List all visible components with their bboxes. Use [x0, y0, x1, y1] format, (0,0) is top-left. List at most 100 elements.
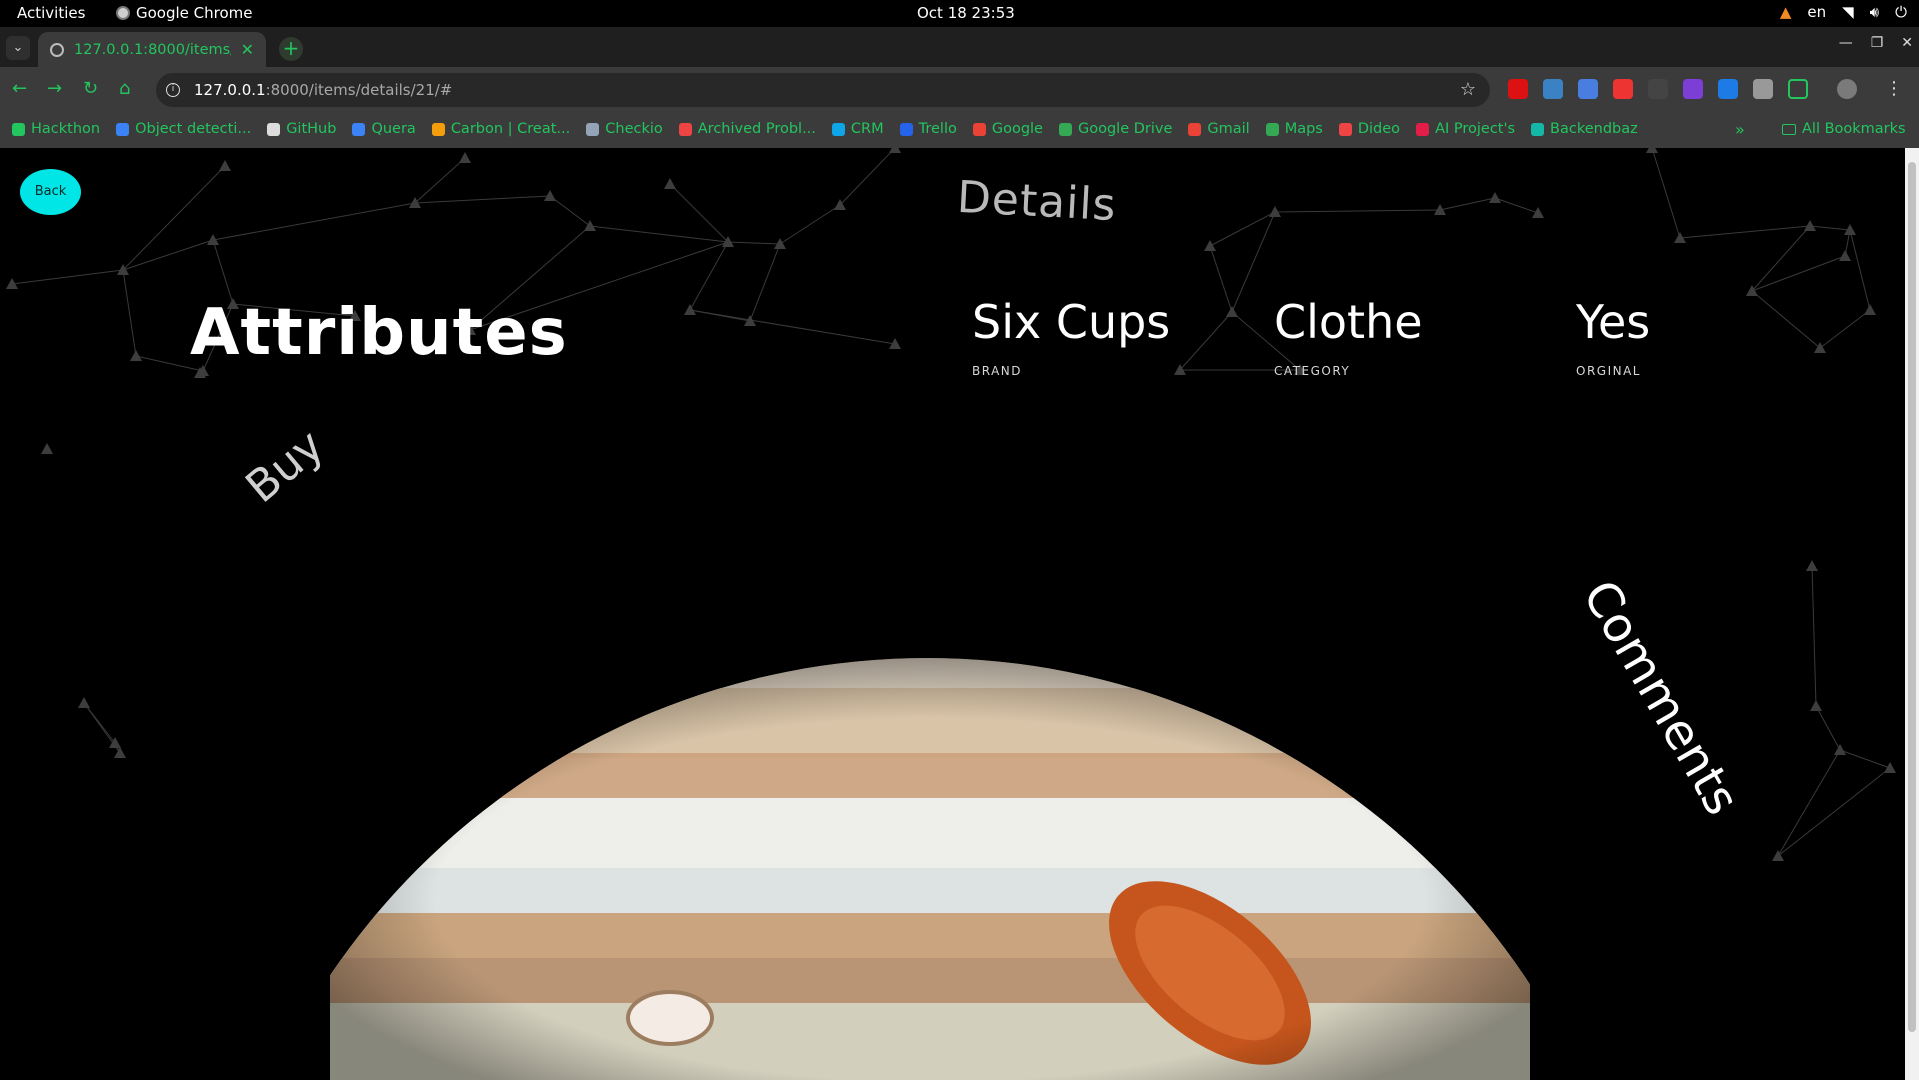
- profile-avatar[interactable]: [1837, 79, 1857, 99]
- site-info-icon[interactable]: i: [166, 83, 180, 97]
- network-node: [1532, 207, 1544, 218]
- bookmark-item[interactable]: Gmail: [1188, 121, 1250, 137]
- extension-cloud-icon[interactable]: [1543, 79, 1563, 99]
- bookmark-item[interactable]: Dideo: [1338, 121, 1400, 137]
- network-line: [1751, 255, 1846, 292]
- minimize-icon[interactable]: —: [1839, 35, 1853, 51]
- network-line: [689, 241, 729, 311]
- bookmark-item[interactable]: Trello: [899, 121, 957, 137]
- bookmark-item[interactable]: Checkio: [586, 121, 663, 137]
- details-heading: Details: [955, 171, 1118, 232]
- scrollbar-thumb[interactable]: [1908, 162, 1916, 1032]
- bookmark-label: Object detecti...: [135, 121, 252, 137]
- home-icon[interactable]: ⌂: [119, 78, 130, 99]
- power-icon[interactable]: ⏻: [1895, 3, 1907, 21]
- bookmark-item[interactable]: Quera: [352, 121, 416, 137]
- network-line: [1274, 209, 1441, 213]
- url-path: :8000/items/details/21/#: [265, 81, 453, 99]
- bookmark-item[interactable]: Archived Probl...: [678, 121, 816, 137]
- extension-red-icon[interactable]: [1508, 79, 1528, 99]
- bookmark-star-icon[interactable]: ☆: [1460, 79, 1476, 100]
- bookmark-item[interactable]: Backendbaz: [1531, 121, 1638, 137]
- network-line: [122, 239, 214, 271]
- bookmark-favicon-icon: [1188, 122, 1202, 136]
- system-tray[interactable]: ▲ en ◥ 🔊︎ ⏻: [1780, 3, 1907, 21]
- volume-icon[interactable]: 🔊︎: [1870, 3, 1879, 21]
- url-host: 127.0.0.1: [194, 81, 266, 99]
- more-bookmarks-icon[interactable]: »: [1735, 120, 1745, 139]
- chrome-icon: [116, 6, 130, 20]
- bookmark-favicon-icon: [1416, 122, 1430, 136]
- network-line: [1209, 245, 1233, 313]
- network-line: [212, 202, 416, 241]
- network-line: [1819, 309, 1871, 349]
- back-button[interactable]: Back: [20, 169, 81, 215]
- calendar-badge-icon[interactable]: [1613, 79, 1633, 99]
- network-node: [1834, 744, 1846, 755]
- bookmark-item[interactable]: Google Drive: [1058, 121, 1172, 137]
- network-line: [1849, 229, 1871, 311]
- bookmark-item[interactable]: Maps: [1265, 121, 1323, 137]
- network-line: [749, 243, 781, 322]
- url-text[interactable]: 127.0.0.1:8000/items/details/21/#: [194, 81, 452, 99]
- bookmark-label: AI Project's: [1435, 121, 1516, 137]
- activities-button[interactable]: Activities: [17, 4, 85, 22]
- network-node: [114, 747, 126, 758]
- extension-blue-icon[interactable]: [1718, 79, 1738, 99]
- bookmark-item[interactable]: Carbon | Creat...: [431, 121, 570, 137]
- bookmark-favicon-icon: [267, 122, 281, 136]
- bookmark-item[interactable]: Hackthon: [12, 121, 100, 137]
- close-window-icon[interactable]: ✕: [1901, 35, 1913, 51]
- network-line: [1777, 749, 1841, 857]
- bookmark-favicon-icon: [1058, 122, 1072, 136]
- bookmark-item[interactable]: AI Project's: [1416, 121, 1515, 137]
- language-indicator[interactable]: en: [1807, 3, 1826, 21]
- network-node: [1839, 250, 1851, 261]
- restore-icon[interactable]: ❐: [1871, 35, 1884, 51]
- bookmark-item[interactable]: GitHub: [267, 121, 336, 137]
- attribute-value: Six Cups: [972, 295, 1171, 349]
- bookmark-label: Backendbaz: [1550, 121, 1638, 137]
- forward-arrow-icon[interactable]: →: [47, 78, 62, 99]
- reload-icon[interactable]: ↻: [83, 78, 98, 99]
- globe-icon: [50, 42, 64, 57]
- extension-purple-icon[interactable]: [1683, 79, 1703, 99]
- bookmarks-bar: Hackthon Object detecti... GitHub Quera Carb…: [0, 112, 1919, 148]
- back-arrow-icon[interactable]: ←: [12, 78, 27, 99]
- network-node: [1806, 560, 1818, 571]
- network-line: [1809, 225, 1851, 231]
- os-top-bar: Activities Google Chrome Oct 18 23:53 ▲ …: [0, 0, 1919, 27]
- network-node: [1226, 306, 1238, 317]
- tab-search-button[interactable]: ⌄: [6, 36, 30, 60]
- bookmark-list: Hackthon Object detecti... GitHub Quera Carb…: [12, 121, 1638, 137]
- app-menu[interactable]: Google Chrome: [116, 4, 253, 22]
- bookmark-item[interactable]: CRM: [831, 121, 884, 137]
- network-node: [1864, 304, 1876, 315]
- clock[interactable]: Oct 18 23:53: [917, 4, 1015, 22]
- network-node: [459, 152, 471, 163]
- shield-icon[interactable]: [1753, 79, 1773, 99]
- page-viewport: Back Details Attributes Buy Six Cups BRA…: [0, 148, 1905, 1080]
- close-tab-icon[interactable]: ✕: [241, 40, 254, 59]
- network-line: [1494, 197, 1539, 214]
- bookmark-item[interactable]: Google: [972, 121, 1043, 137]
- puzzle-icon[interactable]: [1788, 79, 1808, 99]
- network-line: [727, 241, 781, 245]
- extension-doc-icon[interactable]: [1648, 79, 1668, 99]
- bookmark-label: Hackthon: [31, 121, 101, 137]
- active-tab[interactable]: 127.0.0.1:8000/items/de ✕: [38, 32, 266, 67]
- new-tab-button[interactable]: +: [279, 37, 303, 61]
- all-bookmarks-button[interactable]: All Bookmarks: [1782, 121, 1906, 137]
- page-scrollbar[interactable]: [1905, 148, 1919, 1080]
- bookmark-item[interactable]: Object detecti...: [116, 121, 251, 137]
- tab-title: 127.0.0.1:8000/items/de: [74, 41, 231, 58]
- chrome-menu-icon[interactable]: ⋮: [1885, 78, 1903, 99]
- wifi-icon[interactable]: ◥: [1842, 3, 1854, 21]
- address-bar[interactable]: i 127.0.0.1:8000/items/details/21/# ☆: [156, 73, 1490, 107]
- translate-icon[interactable]: [1578, 79, 1598, 99]
- bookmark-favicon-icon: [116, 122, 130, 136]
- vlc-icon[interactable]: ▲: [1780, 3, 1792, 21]
- network-line: [1751, 290, 1821, 349]
- bookmark-favicon-icon: [1265, 122, 1279, 136]
- bookmark-label: Checkio: [605, 121, 663, 137]
